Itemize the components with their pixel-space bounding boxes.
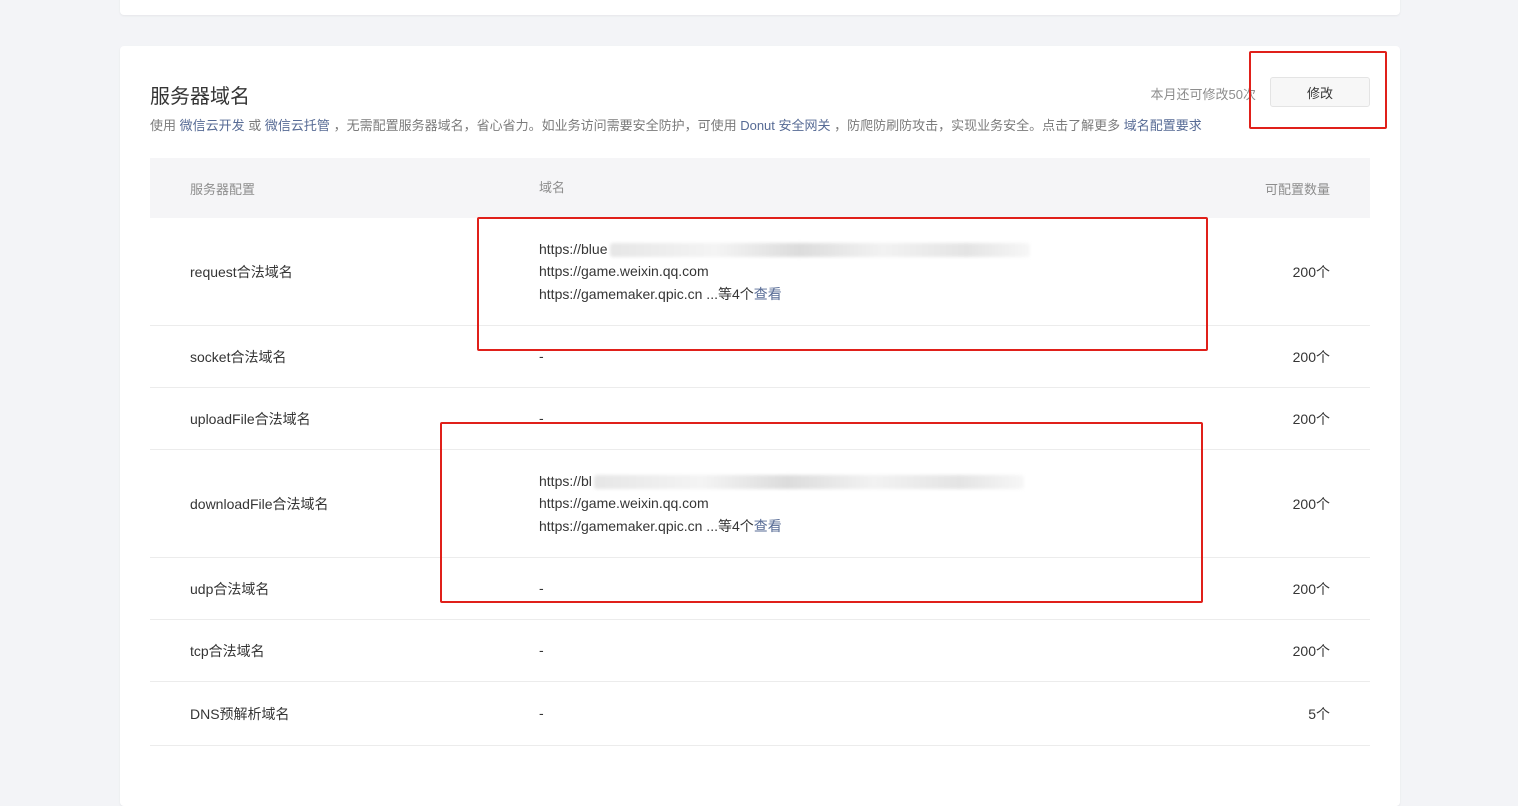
row-value: - — [539, 410, 544, 427]
previous-section-card — [120, 0, 1400, 15]
section-description: 使用 微信云开发 或 微信云托管 ，无需配置服务器域名，省心省力。如业务访问需要… — [150, 115, 1202, 134]
row-domains: https://blue https://game.weixin.qq.com … — [539, 238, 1130, 306]
table-header: 服务器配置 域名 可配置数量 — [150, 158, 1370, 218]
domain-line: https://game.weixin.qq.com — [539, 495, 709, 512]
table-row: request合法域名 https://blue https://game.we… — [150, 218, 1370, 326]
section-title: 服务器域名 — [150, 86, 250, 108]
domain-table: 服务器配置 域名 可配置数量 request合法域名 https://blue … — [150, 158, 1370, 746]
table-row: uploadFile合法域名 - 200个 — [150, 388, 1370, 450]
row-value: - — [539, 348, 544, 365]
domain-line: https://bl — [539, 470, 1130, 493]
table-row: socket合法域名 - 200个 — [150, 326, 1370, 388]
edit-button[interactable]: 修改 — [1270, 77, 1370, 107]
redacted-blur — [593, 475, 1024, 490]
view-link[interactable]: 查看 — [754, 286, 782, 302]
more-count: ...等4个 — [702, 517, 754, 534]
row-count: 200个 — [1292, 642, 1330, 659]
more-count: ...等4个 — [702, 285, 754, 302]
row-name: tcp合法域名 — [190, 642, 265, 659]
row-name: uploadFile合法域名 — [190, 410, 311, 427]
table-row: tcp合法域名 - 200个 — [150, 620, 1370, 682]
cloudbase-link[interactable]: 微信云开发 — [180, 118, 245, 133]
desc-middle: ，无需配置服务器域名，省心省力。如业务访问需要安全防护，可使用 — [333, 118, 737, 133]
header-domain: 域名 — [539, 179, 566, 195]
row-value: - — [539, 705, 544, 722]
row-value: - — [539, 642, 544, 659]
table-row: DNS预解析域名 - 5个 — [150, 682, 1370, 746]
row-count: 5个 — [1308, 705, 1330, 722]
domain-line: https://gamemaker.qpic.cn ...等4个查看 — [539, 517, 782, 534]
domain-requirements-link[interactable]: 域名配置要求 — [1124, 118, 1202, 133]
desc-prefix: 使用 — [150, 118, 177, 133]
donut-gateway-link[interactable]: Donut 安全网关 — [740, 118, 830, 133]
row-count: 200个 — [1292, 580, 1330, 597]
row-name: udp合法域名 — [190, 580, 270, 597]
remaining-edits: 本月还可修改50次 — [1150, 87, 1256, 102]
desc-or: 或 — [248, 118, 262, 133]
row-count: 200个 — [1292, 263, 1330, 280]
row-domains: https://bl https://game.weixin.qq.com ht… — [539, 470, 1130, 538]
row-value: - — [539, 580, 544, 597]
domain-line: https://blue — [539, 238, 1130, 261]
row-name: socket合法域名 — [190, 348, 287, 365]
table-row: udp合法域名 - 200个 — [150, 558, 1370, 620]
header-config: 服务器配置 — [190, 181, 256, 197]
row-name: DNS预解析域名 — [190, 705, 290, 722]
row-count: 200个 — [1292, 495, 1330, 512]
table-row: downloadFile合法域名 https://bl https://game… — [150, 450, 1370, 558]
row-count: 200个 — [1292, 410, 1330, 427]
header-count: 可配置数量 — [1264, 181, 1330, 197]
domain-line: https://game.weixin.qq.com — [539, 263, 709, 280]
redacted-blur — [609, 243, 1030, 258]
row-name: downloadFile合法域名 — [190, 495, 329, 512]
desc-after: ，防爬防刷防攻击，实现业务安全。点击了解更多 — [834, 118, 1121, 133]
row-count: 200个 — [1292, 348, 1330, 365]
server-domain-section: 服务器域名 使用 微信云开发 或 微信云托管 ，无需配置服务器域名，省心省力。如… — [120, 46, 1400, 806]
domain-line: https://gamemaker.qpic.cn ...等4个查看 — [539, 285, 782, 302]
row-name: request合法域名 — [190, 263, 293, 280]
cloud-hosting-link[interactable]: 微信云托管 — [265, 118, 330, 133]
view-link[interactable]: 查看 — [754, 518, 782, 534]
